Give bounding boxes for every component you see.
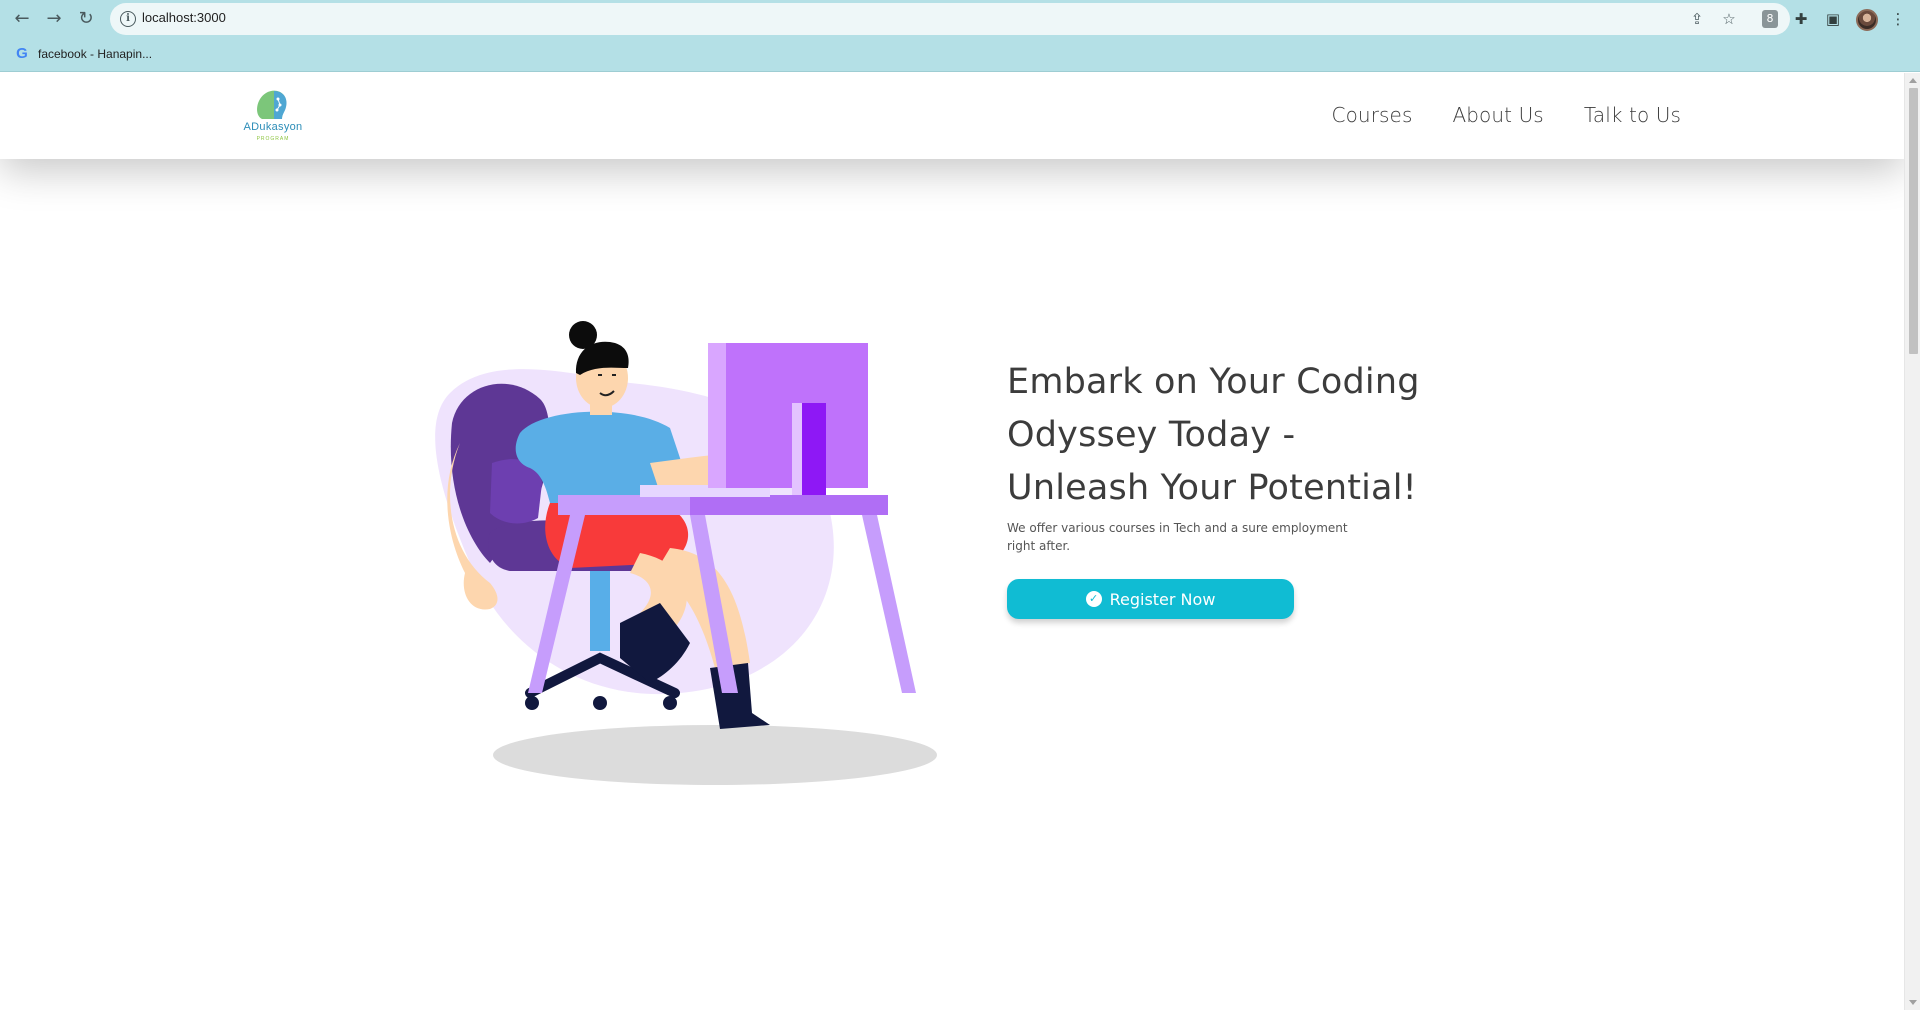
- hero-title-line-2: Odyssey Today -: [1007, 415, 1296, 455]
- side-panel-icon[interactable]: ▣: [1823, 9, 1843, 29]
- nav-talk-to-us[interactable]: Talk to Us: [1584, 103, 1681, 127]
- extensions-puzzle-icon[interactable]: ✚: [1791, 9, 1811, 29]
- profile-avatar[interactable]: [1856, 9, 1878, 31]
- hero-title-line-3: Unleash Your Potential!: [1007, 468, 1417, 508]
- address-bar[interactable]: i localhost:3000 ⇪ ☆: [110, 3, 1790, 35]
- hero-title: Embark on Your Coding Odyssey Today - Un…: [1007, 356, 1447, 515]
- scroll-up-arrow-icon[interactable]: [1909, 78, 1917, 83]
- brain-head-icon: [257, 90, 287, 119]
- bookmark-star-icon[interactable]: ☆: [1720, 10, 1738, 28]
- bookmark-item[interactable]: G facebook - Hanapin...: [14, 46, 152, 62]
- extension-badge-icon[interactable]: 8: [1762, 10, 1778, 28]
- register-now-button[interactable]: ✓ Register Now: [1007, 579, 1294, 619]
- hero-illustration: [435, 321, 937, 785]
- bookmarks-bar: G facebook - Hanapin...: [0, 38, 1920, 72]
- logo-text: ADukasyon: [243, 121, 303, 133]
- site-header: ADukasyon PROGRAM Courses About Us Talk …: [0, 73, 1904, 159]
- forward-icon[interactable]: →: [42, 7, 66, 31]
- check-circle-icon: ✓: [1085, 591, 1102, 607]
- page-viewport: ADukasyon PROGRAM Courses About Us Talk …: [0, 73, 1904, 1010]
- page-scrollbar[interactable]: [1904, 73, 1920, 1010]
- share-icon[interactable]: ⇪: [1688, 10, 1706, 28]
- main-nav: Courses About Us Talk to Us: [1332, 103, 1681, 127]
- google-icon: G: [16, 45, 28, 62]
- site-logo[interactable]: ADukasyon PROGRAM: [240, 85, 306, 147]
- hero-content: Embark on Your Coding Odyssey Today - Un…: [1007, 356, 1447, 619]
- menu-kebab-icon[interactable]: ⋮: [1888, 9, 1908, 29]
- site-info-icon[interactable]: i: [120, 11, 136, 27]
- nav-about-us[interactable]: About Us: [1452, 103, 1543, 127]
- bookmark-label: facebook - Hanapin...: [38, 47, 153, 61]
- url-text[interactable]: localhost:3000: [142, 10, 226, 25]
- logo-subtext: PROGRAM: [256, 136, 290, 142]
- register-now-label: Register Now: [1109, 589, 1216, 609]
- browser-toolbar: ← → ↻ i localhost:3000 ⇪ ☆ 8 ✚ ▣ ⋮: [0, 0, 1920, 38]
- nav-courses[interactable]: Courses: [1332, 103, 1413, 127]
- hero-title-line-1: Embark on Your Coding: [1007, 362, 1420, 402]
- scroll-down-arrow-icon[interactable]: [1909, 1000, 1917, 1005]
- scroll-thumb[interactable]: [1909, 88, 1918, 354]
- hero-description: We offer various courses in Tech and a s…: [1007, 521, 1348, 553]
- back-icon[interactable]: ←: [10, 7, 34, 31]
- reload-icon[interactable]: ↻: [74, 7, 98, 31]
